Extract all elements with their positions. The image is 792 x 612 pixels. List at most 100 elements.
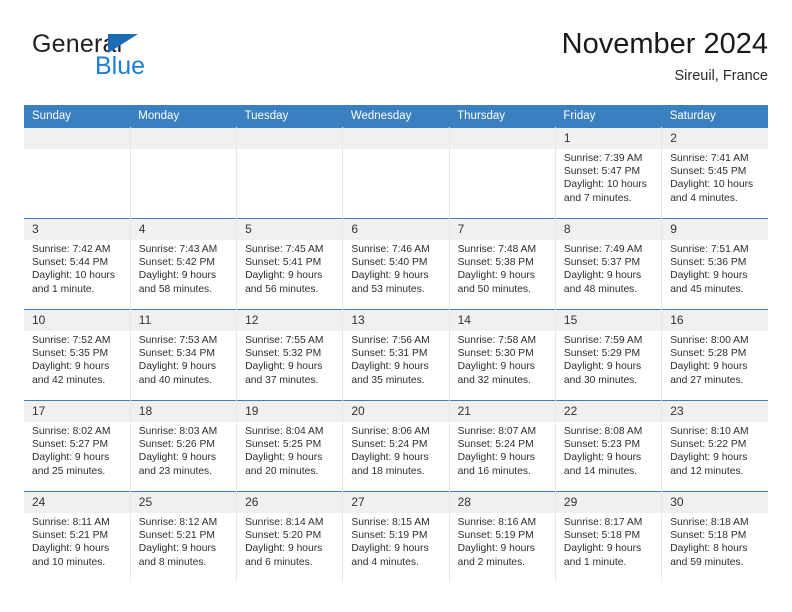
calendar-day-cell[interactable]: 19 Sunrise: 8:04 AM Sunset: 5:25 PM Dayligh…	[236, 400, 344, 492]
sunset-text: Sunset: 5:47 PM	[563, 166, 641, 178]
day-number: 23	[662, 401, 768, 422]
daylight-text-line2: and 18 minutes.	[351, 465, 425, 477]
calendar-day-cell[interactable]: 13 Sunrise: 7:56 AM Sunset: 5:31 PM Dayligh…	[342, 309, 450, 401]
calendar-day-cell[interactable]: 16 Sunrise: 8:00 AM Sunset: 5:28 PM Dayligh…	[661, 309, 768, 401]
weekday-header-saturday: Saturday	[661, 105, 768, 128]
sunset-text: Sunset: 5:19 PM	[351, 530, 428, 542]
daylight-text-line1: Daylight: 9 hours	[351, 361, 429, 373]
sunrise-text: Sunrise: 8:00 AM	[670, 335, 749, 346]
calendar-day-cell[interactable]: 9 Sunrise: 7:51 AM Sunset: 5:36 PM Daylight…	[661, 218, 768, 310]
calendar-day-cell[interactable]: 7 Sunrise: 7:48 AM Sunset: 5:38 PM Daylight…	[448, 218, 556, 310]
weekday-header-tuesday: Tuesday	[236, 105, 343, 128]
sunrise-text: Sunrise: 7:51 AM	[670, 244, 749, 255]
day-number: 30	[662, 492, 768, 513]
day-details: Sunrise: 8:18 AM Sunset: 5:18 PM Daylight:…	[662, 513, 768, 569]
daylight-text-line1: Daylight: 9 hours	[457, 361, 535, 373]
calendar-day-cell[interactable]: 4 Sunrise: 7:43 AM Sunset: 5:42 PM Daylight…	[129, 218, 238, 310]
calendar-day-cell[interactable]: 23 Sunrise: 8:10 AM Sunset: 5:22 PM Dayligh…	[661, 400, 768, 492]
sunset-text: Sunset: 5:36 PM	[670, 257, 747, 269]
day-number: 7	[449, 219, 555, 240]
calendar-day-cell[interactable]: 5 Sunrise: 7:45 AM Sunset: 5:41 PM Daylight…	[236, 218, 344, 310]
sunset-text: Sunset: 5:37 PM	[563, 257, 641, 269]
weekday-header-monday: Monday	[130, 105, 237, 128]
sunrise-text: Sunrise: 7:41 AM	[670, 153, 749, 164]
weekday-header-friday: Friday	[555, 105, 662, 128]
day-details: Sunrise: 8:16 AM Sunset: 5:19 PM Daylight:…	[450, 513, 555, 569]
daylight-text-line1: Daylight: 9 hours	[457, 452, 535, 464]
calendar-day-cell[interactable]: 25 Sunrise: 8:12 AM Sunset: 5:21 PM Dayligh…	[129, 491, 238, 582]
general-blue-logo[interactable]: General Blue	[32, 30, 252, 90]
daylight-text-line2: and 27 minutes.	[670, 374, 744, 386]
daylight-text-line2: and 48 minutes.	[563, 283, 638, 295]
sunset-text: Sunset: 5:40 PM	[351, 257, 428, 269]
calendar-day-cell[interactable]: 8 Sunrise: 7:49 AM Sunset: 5:37 PM Daylight…	[554, 218, 663, 310]
daylight-text-line2: and 7 minutes.	[563, 192, 632, 204]
day-details: Sunrise: 8:17 AM Sunset: 5:18 PM Daylight:…	[556, 513, 661, 569]
calendar-day-cell[interactable]: 14 Sunrise: 7:58 AM Sunset: 5:30 PM Dayligh…	[448, 309, 556, 401]
daylight-text-line1: Daylight: 9 hours	[563, 361, 642, 373]
daylight-text-line1: Daylight: 9 hours	[670, 270, 748, 282]
calendar-day-cell[interactable]: 24 Sunrise: 8:11 AM Sunset: 5:21 PM Dayligh…	[24, 491, 131, 582]
sunset-text: Sunset: 5:29 PM	[563, 348, 641, 360]
sunrise-text: Sunrise: 8:07 AM	[457, 426, 537, 437]
sunrise-text: Sunrise: 8:11 AM	[32, 517, 110, 528]
daylight-text-line2: and 42 minutes.	[32, 374, 106, 386]
daylight-text-line1: Daylight: 8 hours	[670, 543, 748, 555]
title-block: November 2024 Sireuil, France	[562, 26, 768, 87]
day-details: Sunrise: 7:46 AM Sunset: 5:40 PM Daylight:…	[343, 240, 448, 296]
calendar-day-cell[interactable]: 21 Sunrise: 8:07 AM Sunset: 5:24 PM Dayligh…	[448, 400, 556, 492]
sunset-text: Sunset: 5:32 PM	[245, 348, 322, 360]
daylight-text-line1: Daylight: 9 hours	[138, 543, 217, 555]
sunset-text: Sunset: 5:25 PM	[245, 439, 322, 451]
sunrise-text: Sunrise: 7:56 AM	[351, 335, 430, 346]
daylight-text-line1: Daylight: 9 hours	[245, 270, 323, 282]
calendar-day-cell[interactable]: 29 Sunrise: 8:17 AM Sunset: 5:18 PM Dayligh…	[554, 491, 663, 582]
calendar-week-row: 3 Sunrise: 7:42 AM Sunset: 5:44 PM Daylight…	[24, 218, 768, 310]
calendar-day-cell[interactable]: 11 Sunrise: 7:53 AM Sunset: 5:34 PM Dayligh…	[129, 309, 238, 401]
calendar-day-cell[interactable]: 22 Sunrise: 8:08 AM Sunset: 5:23 PM Dayligh…	[554, 400, 663, 492]
calendar-day-cell[interactable]: 2 Sunrise: 7:41 AM Sunset: 5:45 PM Daylight…	[661, 127, 768, 219]
calendar-day-cell[interactable]: 28 Sunrise: 8:16 AM Sunset: 5:19 PM Dayligh…	[448, 491, 556, 582]
daylight-text-line1: Daylight: 9 hours	[32, 543, 110, 555]
location-subtitle: Sireuil, France	[674, 68, 768, 84]
sunset-text: Sunset: 5:30 PM	[457, 348, 534, 360]
calendar-day-cell[interactable]: 15 Sunrise: 7:59 AM Sunset: 5:29 PM Dayligh…	[554, 309, 663, 401]
day-details: Sunrise: 8:03 AM Sunset: 5:26 PM Daylight:…	[131, 422, 236, 478]
sunrise-text: Sunrise: 7:49 AM	[563, 244, 643, 255]
day-number: 12	[237, 310, 343, 331]
day-number: 13	[343, 310, 449, 331]
sunset-text: Sunset: 5:22 PM	[670, 439, 747, 451]
calendar-week-row: 24 Sunrise: 8:11 AM Sunset: 5:21 PM Dayligh…	[24, 491, 768, 582]
daylight-text-line2: and 4 minutes.	[351, 556, 419, 568]
sunset-text: Sunset: 5:18 PM	[670, 530, 747, 542]
day-number: 16	[662, 310, 768, 331]
calendar-week-row: 1 Sunrise: 7:39 AM Sunset: 5:47 PM Daylight…	[24, 127, 768, 219]
calendar-day-cell[interactable]: 26 Sunrise: 8:14 AM Sunset: 5:20 PM Dayligh…	[236, 491, 344, 582]
daylight-text-line1: Daylight: 9 hours	[457, 543, 535, 555]
calendar-day-cell[interactable]: 12 Sunrise: 7:55 AM Sunset: 5:32 PM Dayligh…	[236, 309, 344, 401]
weekday-header-thursday: Thursday	[449, 105, 556, 128]
calendar-day-cell[interactable]: 20 Sunrise: 8:06 AM Sunset: 5:24 PM Dayligh…	[342, 400, 450, 492]
calendar-day-cell[interactable]: 1 Sunrise: 7:39 AM Sunset: 5:47 PM Daylight…	[554, 127, 663, 219]
daylight-text-line2: and 8 minutes.	[138, 556, 207, 568]
logo-triangle-icon	[108, 34, 138, 53]
calendar-day-cell[interactable]: 18 Sunrise: 8:03 AM Sunset: 5:26 PM Dayligh…	[129, 400, 238, 492]
day-number: 2	[662, 128, 768, 149]
day-number: 29	[555, 492, 662, 513]
page-header: General Blue November 2024 Sireuil, Fran…	[24, 26, 768, 98]
sunrise-text: Sunrise: 8:14 AM	[245, 517, 324, 528]
calendar-day-cell[interactable]: 27 Sunrise: 8:15 AM Sunset: 5:19 PM Dayligh…	[342, 491, 450, 582]
calendar-day-cell[interactable]: 10 Sunrise: 7:52 AM Sunset: 5:35 PM Dayligh…	[24, 309, 131, 401]
sunrise-text: Sunrise: 8:06 AM	[351, 426, 430, 437]
calendar-day-cell[interactable]: 6 Sunrise: 7:46 AM Sunset: 5:40 PM Daylight…	[342, 218, 450, 310]
daylight-text-line2: and 1 minute.	[563, 556, 627, 568]
calendar-day-cell[interactable]: 17 Sunrise: 8:02 AM Sunset: 5:27 PM Dayligh…	[24, 400, 131, 492]
sunset-text: Sunset: 5:27 PM	[32, 439, 109, 451]
day-number: 22	[555, 401, 662, 422]
day-details: Sunrise: 7:43 AM Sunset: 5:42 PM Daylight:…	[131, 240, 236, 296]
daylight-text-line1: Daylight: 9 hours	[245, 361, 323, 373]
calendar-day-cell[interactable]: 30 Sunrise: 8:18 AM Sunset: 5:18 PM Dayligh…	[661, 491, 768, 582]
daylight-text-line2: and 32 minutes.	[457, 374, 531, 386]
calendar-week-row: 17 Sunrise: 8:02 AM Sunset: 5:27 PM Dayligh…	[24, 400, 768, 492]
calendar-day-cell[interactable]: 3 Sunrise: 7:42 AM Sunset: 5:44 PM Daylight…	[24, 218, 131, 310]
